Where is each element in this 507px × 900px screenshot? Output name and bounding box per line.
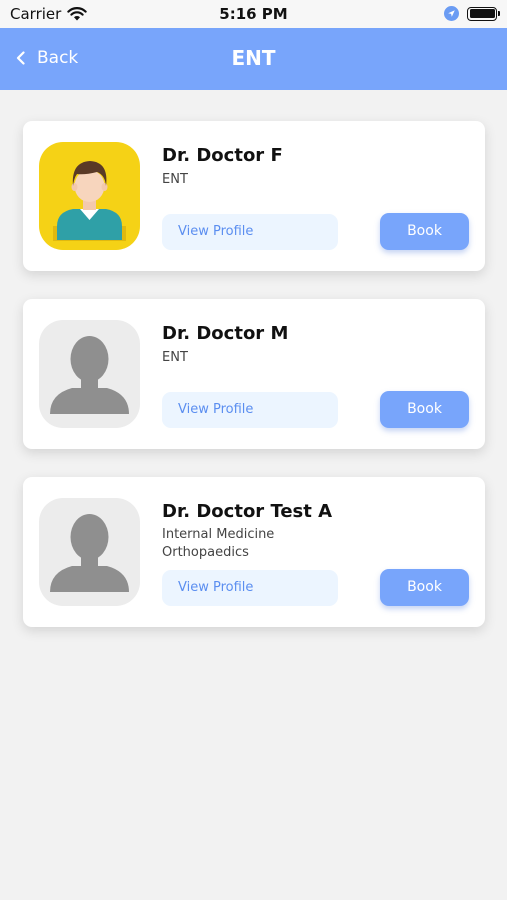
person-placeholder-icon bbox=[50, 336, 129, 414]
doctor-specialty: Internal Medicine bbox=[162, 527, 275, 542]
doctor-avatar bbox=[39, 142, 140, 250]
doctor-name: Dr. Doctor M bbox=[162, 323, 289, 344]
doctor-card: Dr. Doctor F ENT View Profile Book bbox=[23, 121, 485, 271]
status-right-group bbox=[444, 6, 500, 21]
doctor-name: Dr. Doctor Test A bbox=[162, 501, 333, 522]
status-time: 5:16 PM bbox=[219, 5, 288, 23]
doctor-card: Dr. Doctor Test A Internal Medicine Orth… bbox=[23, 477, 485, 627]
person-placeholder-icon bbox=[50, 514, 129, 592]
page-title: ENT bbox=[231, 46, 276, 70]
book-button[interactable]: Book bbox=[380, 391, 469, 428]
doctor-card: Dr. Doctor M ENT View Profile Book bbox=[23, 299, 485, 449]
doctor-specialty: ENT bbox=[162, 172, 188, 187]
doctor-name: Dr. Doctor F bbox=[162, 145, 283, 166]
doctor-specialty: ENT bbox=[162, 350, 188, 365]
battery-level bbox=[469, 9, 495, 18]
status-bar: Carrier 5:16 PM bbox=[0, 0, 507, 28]
nav-bar: Back ENT bbox=[0, 28, 507, 90]
book-button[interactable]: Book bbox=[380, 213, 469, 250]
view-profile-button[interactable]: View Profile bbox=[162, 214, 338, 250]
view-profile-button[interactable]: View Profile bbox=[162, 570, 338, 606]
doctor-avatar bbox=[39, 320, 140, 428]
location-arrow-icon bbox=[444, 6, 459, 21]
doctor-avatar bbox=[39, 498, 140, 606]
male-doctor-avatar-icon bbox=[53, 161, 126, 241]
view-profile-button[interactable]: View Profile bbox=[162, 392, 338, 428]
battery-icon bbox=[467, 6, 500, 21]
book-button[interactable]: Book bbox=[380, 569, 469, 606]
doctor-specialty: Orthopaedics bbox=[162, 545, 249, 560]
